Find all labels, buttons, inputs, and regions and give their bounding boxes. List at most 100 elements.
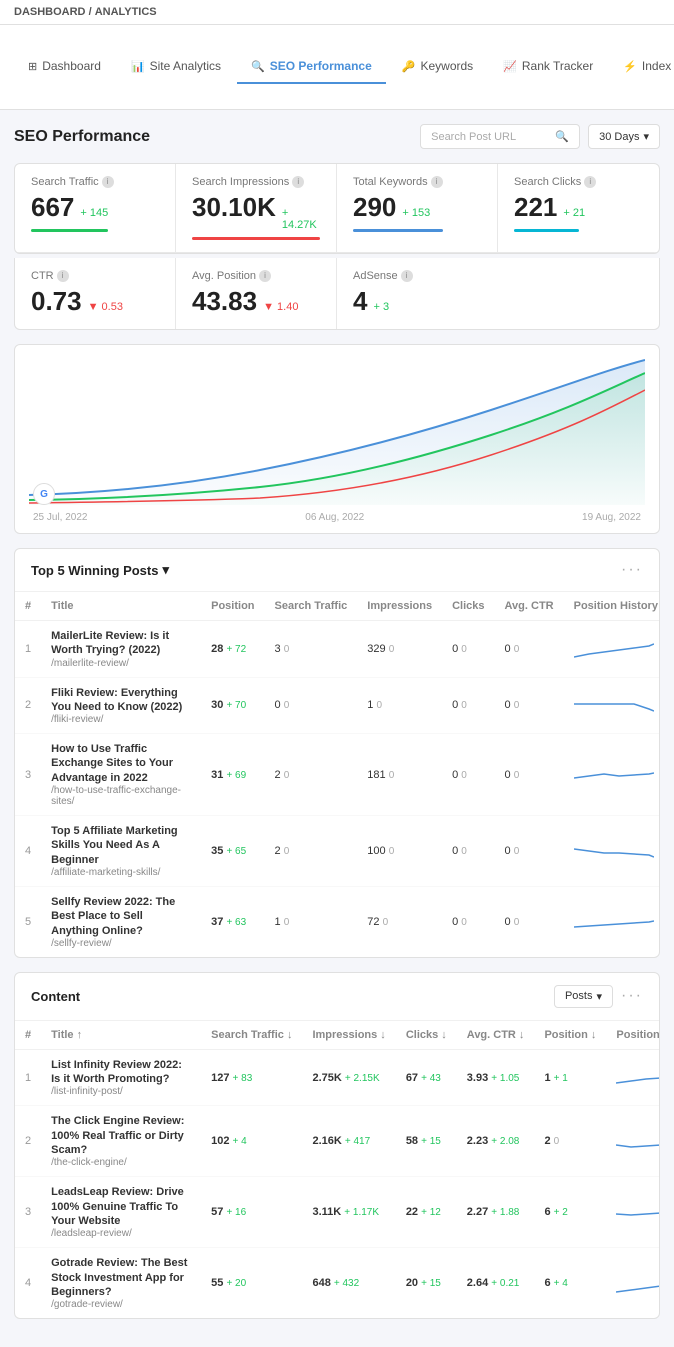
tab-index-status[interactable]: ⚡ Index Status <box>609 50 674 84</box>
posts-label: Posts <box>565 990 593 1002</box>
row-traffic: 57 + 16 <box>201 1177 302 1248</box>
tab-dashboard[interactable]: ⊞ Dashboard <box>14 50 115 84</box>
page-title: SEO Performance <box>14 128 150 146</box>
row-title: The Click Engine Review: 100% Real Traff… <box>41 1106 201 1177</box>
row-traffic: 2 0 <box>265 816 358 887</box>
row-sparkline <box>606 1248 660 1318</box>
tab-keywords-label: Keywords <box>420 59 473 73</box>
metric-avg-position: Avg. Position i 43.83 ▼ 1.40 <box>176 258 337 329</box>
impressions-info-icon[interactable]: i <box>292 176 304 188</box>
tab-dashboard-label: Dashboard <box>42 59 101 73</box>
adsense-label: AdSense i <box>353 270 482 282</box>
table-row: 2 The Click Engine Review: 100% Real Tra… <box>15 1106 660 1177</box>
search-traffic-info-icon[interactable]: i <box>102 176 114 188</box>
row-ctr: 0 0 <box>495 734 564 816</box>
tab-seo-label: SEO Performance <box>270 59 372 73</box>
row-clicks: 0 0 <box>442 734 494 816</box>
seo-icon: 🔍 <box>251 60 265 73</box>
row-clicks: 0 0 <box>442 677 494 734</box>
performance-chart <box>29 355 645 505</box>
row-position: 35 + 65 <box>201 816 264 887</box>
search-traffic-value: 667 + 145 <box>31 192 159 223</box>
page-header: SEO Performance Search Post URL 🔍 30 Day… <box>14 124 660 149</box>
ctr-info-icon[interactable]: i <box>57 270 69 282</box>
impressions-bar <box>192 237 320 240</box>
posts-filter-button[interactable]: Posts ▾ <box>554 985 613 1008</box>
content-col-imp: Impressions ↓ <box>302 1021 395 1050</box>
metric-ctr: CTR i 0.73 ▼ 0.53 <box>15 258 176 329</box>
col-hist-header: Position History <box>564 592 660 621</box>
row-impressions: 100 0 <box>357 816 442 887</box>
keywords-info-icon[interactable]: i <box>431 176 443 188</box>
row-impressions: 2.16K + 417 <box>302 1106 395 1177</box>
content-col-traffic: Search Traffic ↓ <box>201 1021 302 1050</box>
metrics-row2: CTR i 0.73 ▼ 0.53 Avg. Position i 43.83 … <box>14 258 660 330</box>
days-filter-button[interactable]: 30 Days ▾ <box>588 124 660 149</box>
row-traffic: 1 0 <box>265 886 358 956</box>
search-url-input[interactable]: Search Post URL 🔍 <box>420 124 580 149</box>
search-traffic-delta: + 145 <box>80 207 108 219</box>
site-analytics-icon: 📊 <box>131 60 145 73</box>
adsense-delta: + 3 <box>373 301 389 313</box>
adsense-value: 4 + 3 <box>353 286 482 317</box>
row-impressions: 2.75K + 2.15K <box>302 1049 395 1106</box>
top5-table: # Title Position Search Traffic Impressi… <box>15 592 660 957</box>
row-title: LeadsLeap Review: Drive 100% Genuine Tra… <box>41 1177 201 1248</box>
row-ctr: 0 0 <box>495 816 564 887</box>
row-impressions: 181 0 <box>357 734 442 816</box>
keywords-label: Total Keywords i <box>353 176 481 188</box>
row-traffic: 3 0 <box>265 621 358 678</box>
tab-rank-label: Rank Tracker <box>522 59 593 73</box>
tab-seo-performance[interactable]: 🔍 SEO Performance <box>237 50 386 84</box>
row-sparkline <box>606 1049 660 1106</box>
tab-rank-tracker[interactable]: 📈 Rank Tracker <box>489 50 607 84</box>
row-title: Fliki Review: Everything You Need to Kno… <box>41 677 201 734</box>
days-label: 30 Days <box>599 131 639 143</box>
content-thead: # Title ↑ Search Traffic ↓ Impressions ↓… <box>15 1021 660 1050</box>
keywords-icon: 🔑 <box>402 60 416 73</box>
metrics-row1: Search Traffic i 667 + 145 Search Impres… <box>14 163 660 254</box>
content-menu-button[interactable]: ··· <box>621 987 643 1005</box>
row-num: 2 <box>15 677 41 734</box>
row-ctr: 2.23 + 2.08 <box>457 1106 535 1177</box>
content-tbody: 1 List Infinity Review 2022: Is it Worth… <box>15 1049 660 1318</box>
rank-icon: 📈 <box>503 60 517 73</box>
content-table: # Title ↑ Search Traffic ↓ Impressions ↓… <box>15 1021 660 1318</box>
table-row: 3 LeadsLeap Review: Drive 100% Genuine T… <box>15 1177 660 1248</box>
row-num: 5 <box>15 886 41 956</box>
dashboard-icon: ⊞ <box>28 60 37 73</box>
content-col-title: Title ↑ <box>41 1021 201 1050</box>
chart-area: G 25 Jul, 2022 06 Aug, 2022 19 Aug, 2022 <box>14 344 660 534</box>
avg-pos-label: Avg. Position i <box>192 270 320 282</box>
top5-title[interactable]: Top 5 Winning Posts ▾ <box>31 562 169 578</box>
metric-total-keywords: Total Keywords i 290 + 153 <box>337 164 498 253</box>
metric-adsense: AdSense i 4 + 3 <box>337 258 498 329</box>
row-position: 2 0 <box>534 1106 606 1177</box>
tab-site-analytics[interactable]: 📊 Site Analytics <box>117 50 235 84</box>
chart-date-1: 25 Jul, 2022 <box>33 512 88 523</box>
impressions-delta: + 14.27K <box>282 207 320 231</box>
tab-keywords[interactable]: 🔑 Keywords <box>388 50 487 84</box>
row-impressions: 3.11K + 1.17K <box>302 1177 395 1248</box>
row-position: 30 + 70 <box>201 677 264 734</box>
table-row: 4 Top 5 Affiliate Marketing Skills You N… <box>15 816 660 887</box>
table-row: 2 Fliki Review: Everything You Need to K… <box>15 677 660 734</box>
content-header-right: Posts ▾ ··· <box>554 985 643 1008</box>
row-num: 4 <box>15 816 41 887</box>
top5-menu-button[interactable]: ··· <box>621 561 643 579</box>
row-num: 1 <box>15 621 41 678</box>
col-num-header: # <box>15 592 41 621</box>
clicks-info-icon[interactable]: i <box>584 176 596 188</box>
top5-section: Top 5 Winning Posts ▾ ··· # Title Positi… <box>14 548 660 958</box>
breadcrumb: DASHBOARD / ANALYTICS <box>14 6 157 18</box>
row-ctr: 0 0 <box>495 677 564 734</box>
avg-pos-info-icon[interactable]: i <box>259 270 271 282</box>
row-clicks: 0 0 <box>442 816 494 887</box>
ctr-delta: ▼ 0.53 <box>88 301 123 313</box>
avg-pos-value: 43.83 ▼ 1.40 <box>192 286 320 317</box>
breadcrumb-root[interactable]: DASHBOARD <box>14 6 86 18</box>
adsense-info-icon[interactable]: i <box>401 270 413 282</box>
avg-pos-delta: ▼ 1.40 <box>263 301 298 313</box>
row-num: 3 <box>15 734 41 816</box>
ctr-label: CTR i <box>31 270 159 282</box>
